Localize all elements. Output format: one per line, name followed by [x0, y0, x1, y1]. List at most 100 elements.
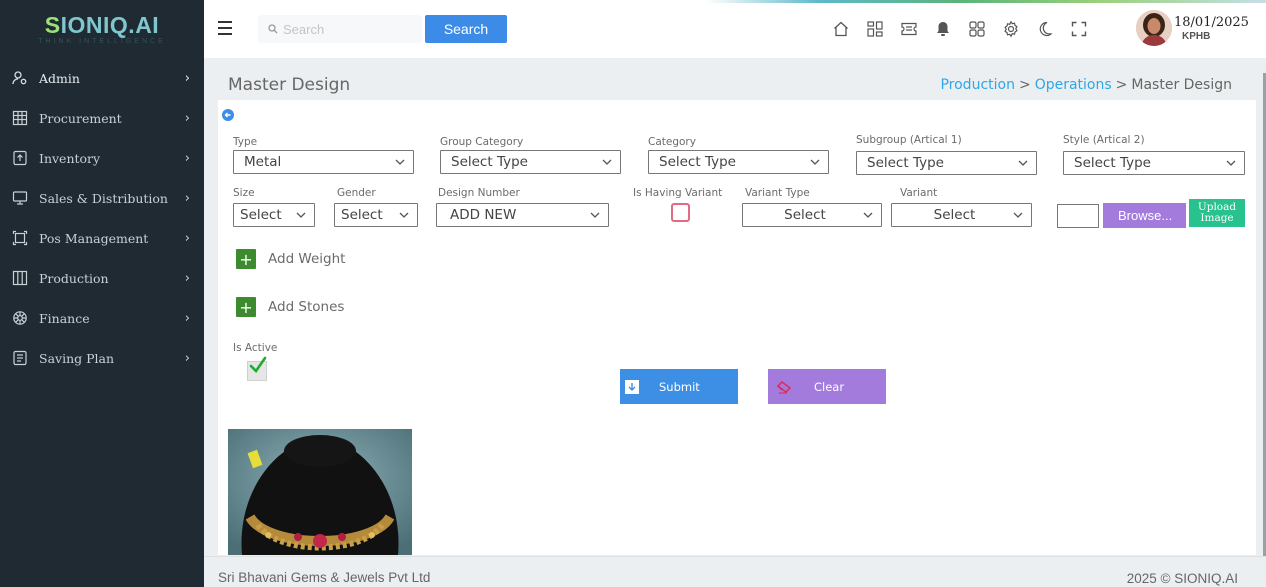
avatar[interactable] [1136, 10, 1172, 46]
style-select[interactable]: Select Type [1063, 151, 1245, 175]
add-stones-button[interactable]: + Add Stones [236, 297, 344, 317]
type-select[interactable]: Metal [233, 150, 414, 174]
gender-label: Gender [337, 187, 376, 199]
variant-type-select-value: Select [784, 207, 826, 223]
submit-button[interactable]: Submit [620, 369, 738, 404]
subgroup-select-value: Select Type [867, 155, 944, 171]
group-category-select[interactable]: Select Type [440, 150, 621, 174]
topbar: Search 18/ [204, 0, 1266, 58]
necklace-product-image [228, 429, 412, 555]
breadcrumb-separator: > [1018, 77, 1031, 93]
design-number-label: Design Number [438, 187, 520, 199]
add-weight-button[interactable]: + Add Weight [236, 249, 345, 269]
clear-button[interactable]: Clear [768, 369, 886, 404]
pos-frame-icon [12, 230, 28, 246]
search-button[interactable]: Search [425, 15, 507, 43]
chevron-down-icon [399, 210, 409, 220]
master-design-form: Type Group Category Category Subgroup (A… [218, 100, 1256, 555]
is-active-label: Is Active [233, 342, 278, 354]
collapse-arrow-icon[interactable] [222, 109, 234, 121]
group-category-label: Group Category [440, 136, 524, 148]
monitor-icon [12, 190, 28, 206]
ticket-icon[interactable] [900, 20, 918, 38]
sidebar-item-saving-plan[interactable]: Saving Plan › [0, 338, 204, 378]
sidebar-item-label: Inventory [39, 150, 101, 166]
logo[interactable]: SIONIQ.AI THINK INTELLIGENCE [0, 0, 204, 58]
search-input[interactable] [283, 21, 413, 37]
category-select[interactable]: Select Type [648, 150, 829, 174]
search-box [258, 15, 422, 43]
variant-type-select[interactable]: Select [742, 203, 882, 227]
chevron-right-icon: › [184, 350, 190, 366]
variant-select[interactable]: Select [891, 203, 1032, 227]
upload-image-button[interactable]: Upload Image [1189, 199, 1245, 227]
category-select-value: Select Type [659, 154, 736, 170]
sidebar-item-inventory[interactable]: Inventory › [0, 138, 204, 178]
chevron-down-icon [602, 157, 612, 167]
sidebar-item-admin[interactable]: Admin › [0, 58, 204, 98]
chevron-down-icon [1226, 158, 1236, 168]
sidebar-item-label: Finance [39, 310, 90, 326]
inventory-box-icon [12, 150, 28, 166]
date-display: 18/01/2025 [1174, 15, 1249, 30]
design-number-select-value: ADD NEW [450, 207, 517, 223]
sidebar: SIONIQ.AI THINK INTELLIGENCE Admin › Pro… [0, 0, 204, 587]
home-icon[interactable] [832, 20, 850, 38]
chevron-right-icon: › [184, 110, 190, 126]
document-list-icon [12, 350, 28, 366]
sidebar-item-finance[interactable]: Finance › [0, 298, 204, 338]
is-having-variant-label: Is Having Variant [633, 187, 723, 199]
size-select[interactable]: Select [233, 203, 315, 227]
topbar-accent-stripe [706, 0, 1266, 3]
eraser-icon [776, 379, 792, 395]
sidebar-nav: Admin › Procurement › Inventory › Sales … [0, 58, 204, 378]
sidebar-item-label: Admin [39, 70, 80, 86]
upload-label-line2: Image [1200, 212, 1234, 224]
style-select-value: Select Type [1074, 155, 1151, 171]
variant-label: Variant [900, 187, 938, 199]
moon-icon[interactable] [1036, 20, 1054, 38]
sidebar-item-sales-distribution[interactable]: Sales & Distribution › [0, 178, 204, 218]
columns-icon [12, 270, 28, 286]
gender-select[interactable]: Select [334, 203, 418, 227]
design-number-select[interactable]: ADD NEW [436, 203, 609, 227]
chevron-down-icon [863, 210, 873, 220]
chevron-down-icon [395, 157, 405, 167]
footer: Sri Bhavani Gems & Jewels Pvt Ltd 2025 ©… [204, 556, 1266, 587]
breadcrumb-production[interactable]: Production [940, 77, 1014, 93]
sidebar-item-procurement[interactable]: Procurement › [0, 98, 204, 138]
bell-icon[interactable] [934, 20, 952, 38]
dashboard-grid-icon[interactable] [968, 20, 986, 38]
search-icon [268, 24, 278, 34]
chevron-down-icon [810, 157, 820, 167]
hamburger-menu-icon[interactable] [216, 19, 234, 37]
category-label: Category [648, 136, 696, 148]
settings-icon[interactable] [1002, 20, 1020, 38]
subgroup-select[interactable]: Select Type [856, 151, 1037, 175]
chevron-down-icon [1018, 158, 1028, 168]
logo-tagline: THINK INTELLIGENCE [38, 38, 166, 45]
fullscreen-icon[interactable] [1070, 20, 1088, 38]
sidebar-item-production[interactable]: Production › [0, 258, 204, 298]
breadcrumb-operations[interactable]: Operations [1035, 77, 1112, 93]
sidebar-item-label: Sales & Distribution [39, 190, 168, 206]
footer-copyright: 2025 © SIONIQ.AI [1126, 571, 1238, 586]
chevron-right-icon: › [184, 230, 190, 246]
variant-type-label: Variant Type [745, 187, 810, 199]
chevron-down-icon [1013, 210, 1023, 220]
user-cog-icon [12, 70, 28, 86]
sidebar-item-label: Procurement [39, 110, 122, 126]
footer-company: Sri Bhavani Gems & Jewels Pvt Ltd [218, 570, 431, 585]
file-name-field[interactable] [1057, 204, 1099, 228]
chevron-down-icon [590, 210, 600, 220]
apps-grid-icon[interactable] [866, 20, 884, 38]
sidebar-item-pos-management[interactable]: Pos Management › [0, 218, 204, 258]
gear-flower-icon [12, 310, 28, 326]
sidebar-item-label: Saving Plan [39, 350, 115, 366]
browse-button[interactable]: Browse... [1103, 203, 1186, 228]
subgroup-label: Subgroup (Artical 1) [856, 134, 962, 146]
topbar-icons [832, 20, 1104, 38]
add-weight-label: Add Weight [268, 251, 346, 267]
is-active-checkbox[interactable] [247, 356, 267, 381]
is-having-variant-checkbox[interactable] [671, 203, 690, 222]
